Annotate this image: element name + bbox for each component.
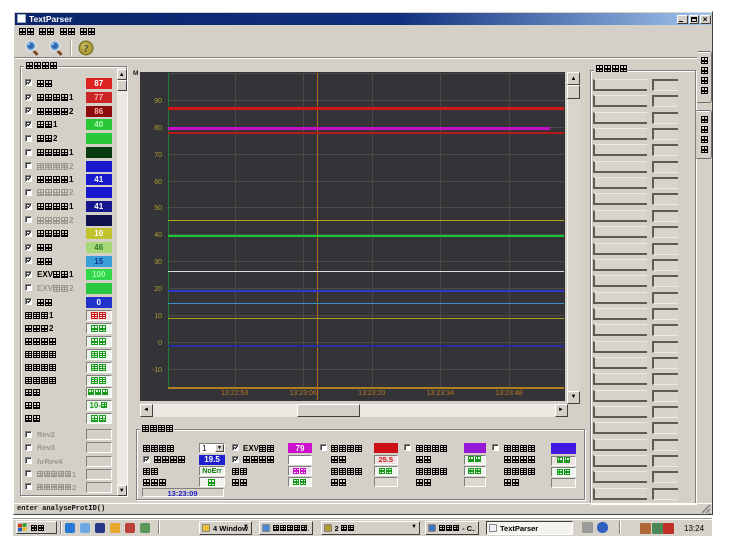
svg-text:?: ? [84,44,89,55]
